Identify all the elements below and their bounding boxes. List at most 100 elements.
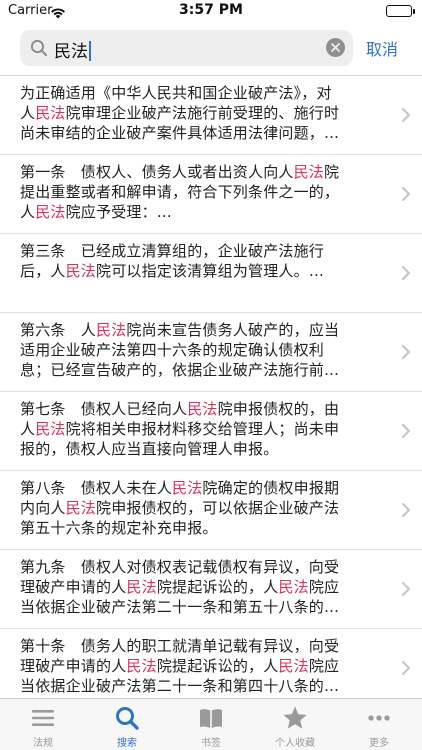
tab-star[interactable]: 个人收藏 [253, 699, 337, 750]
tab-book[interactable]: 书签 [169, 699, 253, 750]
snippet-line: 第三条 已经成立清算组的，企业破产法施行 [20, 241, 390, 261]
snippet-text: 第一条 债权人、债务人或者出资人向人 [20, 163, 294, 181]
snippet-text: 当依据企业破产法第二十一条和第五十八条的… [20, 598, 340, 616]
snippet-line: 适用企业破产法第四十六条的规定确认债权利 [20, 340, 390, 360]
snippet-line: 内向人民法院申报债权的，可以依据企业破产法 [20, 498, 390, 518]
tab-more[interactable]: 更多 [337, 699, 421, 750]
chevron-right-icon [402, 107, 410, 126]
snippet-text: 后，人 [20, 262, 66, 280]
star-icon [282, 705, 308, 731]
snippet-text: 第三条 已经成立清算组的，企业破产法施行 [20, 242, 325, 260]
result-item[interactable]: 第十条 债务人的职工就清单记载有异议，向受 理破产申请的人民法院提起诉讼的，人民法… [0, 629, 422, 698]
snippet-text: 院可以指定该清算组为管理人。… [96, 262, 325, 280]
snippet-text: 第九条 债权人对债权表记载债权有异议，向受 [20, 558, 340, 576]
search-term-highlight: 民法 [65, 262, 97, 280]
tab-bar: 法规 搜索 书签 个人收藏 更多 [0, 698, 422, 750]
snippet-line: 第九条 债权人对债权表记载债权有异议，向受 [20, 557, 390, 577]
search-term-highlight: 民法 [65, 499, 97, 517]
search-bar: 民法 取消 [0, 28, 422, 68]
snippet-text: 院应 [308, 657, 340, 675]
snippet-line: 后，人民法院可以指定该清算组为管理人。… [20, 261, 390, 281]
clear-search-icon[interactable] [326, 38, 345, 57]
more-icon [366, 705, 392, 731]
result-item[interactable]: 第一条 债权人、债务人或者出资人向人民法院 提出重整或者和解申请，符合下列条件之一… [0, 155, 422, 234]
snippet-line: 第七条 债权人已经向人民法院申报债权的，由 [20, 399, 390, 419]
snippet-text: 息；已经宣告破产的，依据企业破产法施行前… [20, 361, 340, 379]
snippet-line: 第八条 债权人未在人民法院确定的债权申报期 [20, 478, 390, 498]
snippet-line: 当依据企业破产法第二十一条和第五十八条的… [20, 597, 390, 617]
snippet-line: 第一条 债权人、债务人或者出资人向人民法院 [20, 162, 390, 182]
snippet-text: 第五十六条的规定补充申报。 [20, 519, 218, 537]
result-snippet: 为正确适用《中华人民共和国企业破产法》，对 人民法院审理企业破产法施行前受理的、施… [20, 83, 390, 143]
chevron-right-icon [402, 502, 410, 521]
tab-label: 书签 [201, 738, 221, 749]
search-term-highlight: 民法 [172, 479, 203, 497]
tab-label: 法规 [33, 738, 53, 749]
snippet-text: 院申报债权的，可以依据企业破产法 [96, 499, 340, 517]
snippet-text: 提出重整或者和解申请，符合下列条件之一的， [20, 183, 340, 201]
snippet-line: 第五十六条的规定补充申报。 [20, 518, 390, 538]
search-term-highlight: 民法 [35, 203, 66, 221]
snippet-line: 报的，债权人应当直接向管理人申报。 [20, 439, 390, 459]
snippet-text: 院提起诉讼的，人 [156, 657, 279, 675]
search-term-highlight: 民法 [187, 400, 218, 418]
snippet-text: 尚未审结的企业破产案件具体适用法律问题，… [20, 124, 340, 142]
snippet-text: 理破产申请的人 [20, 578, 127, 596]
result-snippet: 第三条 已经成立清算组的，企业破产法施行 后，人民法院可以指定该清算组为管理人。… [20, 241, 390, 281]
search-input[interactable]: 民法 [20, 30, 353, 66]
result-snippet: 第十条 债务人的职工就清单记载有异议，向受 理破产申请的人民法院提起诉讼的，人民法… [20, 636, 390, 696]
result-snippet: 第六条 人民法院尚未宣告债务人破产的，应当 适用企业破产法第四十六条的规定确认债权… [20, 320, 390, 380]
snippet-text: 院应予受理：… [65, 203, 173, 221]
result-snippet: 第一条 债权人、债务人或者出资人向人民法院 提出重整或者和解申请，符合下列条件之一… [20, 162, 390, 222]
snippet-line: 理破产申请的人民法院提起诉讼的，人民法院应 [20, 656, 390, 676]
search-icon [30, 39, 48, 61]
snippet-text: 第七条 债权人已经向人 [20, 400, 188, 418]
snippet-text: 理破产申请的人 [20, 657, 127, 675]
chevron-right-icon [402, 423, 410, 442]
snippet-text: 院将相关申报材料移交给管理人；尚未申 [65, 420, 340, 438]
search-term-highlight: 民法 [293, 163, 325, 181]
snippet-text: 适用企业破产法第四十六条的规定确认债权利 [20, 341, 325, 359]
result-snippet: 第九条 债权人对债权表记载债权有异议，向受 理破产申请的人民法院提起诉讼的，人民法… [20, 557, 390, 617]
chevron-right-icon [402, 344, 410, 363]
result-snippet: 第八条 债权人未在人民法院确定的债权申报期 内向人民法院申报债权的，可以依据企业破… [20, 478, 390, 538]
result-item[interactable]: 第八条 债权人未在人民法院确定的债权申报期 内向人民法院申报债权的，可以依据企业破… [0, 471, 422, 550]
result-item[interactable]: 第九条 债权人对债权表记载债权有异议，向受 理破产申请的人民法院提起诉讼的，人民法… [0, 550, 422, 629]
text-caret [89, 41, 91, 61]
snippet-text: 人 [20, 203, 36, 221]
tab-label: 搜索 [117, 738, 137, 749]
snippet-text: 院应 [308, 578, 340, 596]
chevron-right-icon [402, 186, 410, 205]
snippet-line: 尚未审结的企业破产案件具体适用法律问题，… [20, 123, 390, 143]
tab-list[interactable]: 法规 [1, 699, 85, 750]
snippet-text: 第八条 债权人未在人 [20, 479, 173, 497]
snippet-text: 人 [20, 104, 36, 122]
snippet-line: 息；已经宣告破产的，依据企业破产法施行前… [20, 360, 390, 380]
snippet-text: 第十条 债务人的职工就清单记载有异议，向受 [20, 637, 340, 655]
search-term-highlight: 民法 [278, 657, 309, 675]
snippet-text: 院提起诉讼的，人 [156, 578, 279, 596]
battery-icon [386, 5, 415, 17]
result-item[interactable]: 为正确适用《中华人民共和国企业破产法》，对 人民法院审理企业破产法施行前受理的、施… [0, 76, 422, 155]
snippet-text: 院 [324, 163, 340, 181]
result-item[interactable]: 第六条 人民法院尚未宣告债务人破产的，应当 适用企业破产法第四十六条的规定确认债权… [0, 313, 422, 392]
snippet-line: 人民法院审理企业破产法施行前受理的、施行时 [20, 103, 390, 123]
result-snippet: 第七条 债权人已经向人民法院申报债权的，由 人民法院将相关申报材料移交给管理人；尚… [20, 399, 390, 459]
snippet-line: 当依据企业破产法第二十一条和第四十八条的… [20, 676, 390, 696]
tab-search[interactable]: 搜索 [85, 699, 169, 750]
search-results-list: 为正确适用《中华人民共和国企业破产法》，对 人民法院审理企业破产法施行前受理的、施… [0, 75, 422, 698]
chevron-right-icon [402, 660, 410, 679]
result-item[interactable]: 第三条 已经成立清算组的，企业破产法施行 后，人民法院可以指定该清算组为管理人。… [0, 234, 422, 313]
search-term-highlight: 民法 [35, 104, 66, 122]
snippet-line: 为正确适用《中华人民共和国企业破产法》，对 [20, 83, 390, 103]
cancel-button[interactable]: 取消 [366, 36, 398, 60]
snippet-line: 第六条 人民法院尚未宣告债务人破产的，应当 [20, 320, 390, 340]
clock: 3:57 PM [179, 2, 243, 18]
snippet-text: 院确定的债权申报期 [202, 479, 340, 497]
snippet-line: 提出重整或者和解申请，符合下列条件之一的， [20, 182, 390, 202]
snippet-text: 当依据企业破产法第二十一条和第四十八条的… [20, 677, 340, 695]
snippet-text: 内向人 [20, 499, 66, 517]
result-item[interactable]: 第七条 债权人已经向人民法院申报债权的，由 人民法院将相关申报材料移交给管理人；尚… [0, 392, 422, 471]
search-icon [114, 705, 140, 731]
snippet-line: 第十条 债务人的职工就清单记载有异议，向受 [20, 636, 390, 656]
